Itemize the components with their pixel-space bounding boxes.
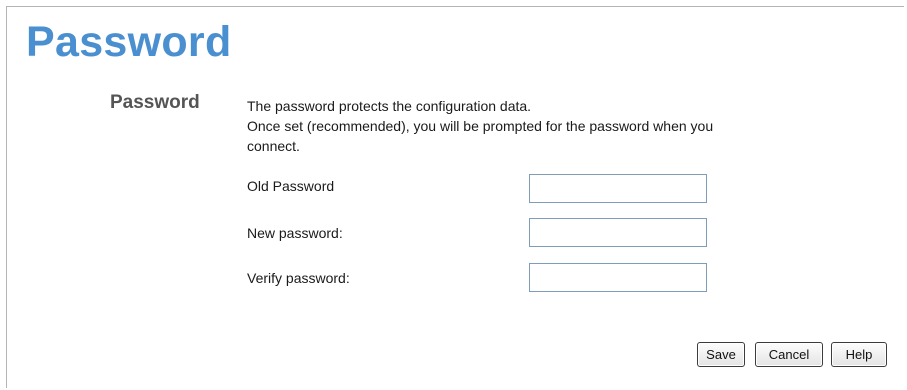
new-password-field[interactable] [529, 218, 707, 247]
help-button[interactable]: Help [831, 342, 887, 367]
description-line: The password protects the configuration … [247, 98, 532, 114]
new-password-label: New password: [247, 225, 343, 241]
verify-password-field[interactable] [529, 263, 707, 292]
description-line: Once set (recommended), you will be prom… [247, 118, 714, 134]
save-button[interactable]: Save [697, 342, 745, 367]
old-password-label: Old Password [247, 178, 335, 194]
description-line: connect. [247, 138, 300, 154]
section-label: Password [110, 92, 200, 113]
cancel-button[interactable]: Cancel [755, 342, 823, 367]
section-description: The password protects the configuration … [247, 96, 867, 156]
verify-password-label: Verify password: [247, 270, 350, 286]
old-password-field[interactable] [529, 174, 707, 203]
page-title: Password [26, 18, 232, 66]
